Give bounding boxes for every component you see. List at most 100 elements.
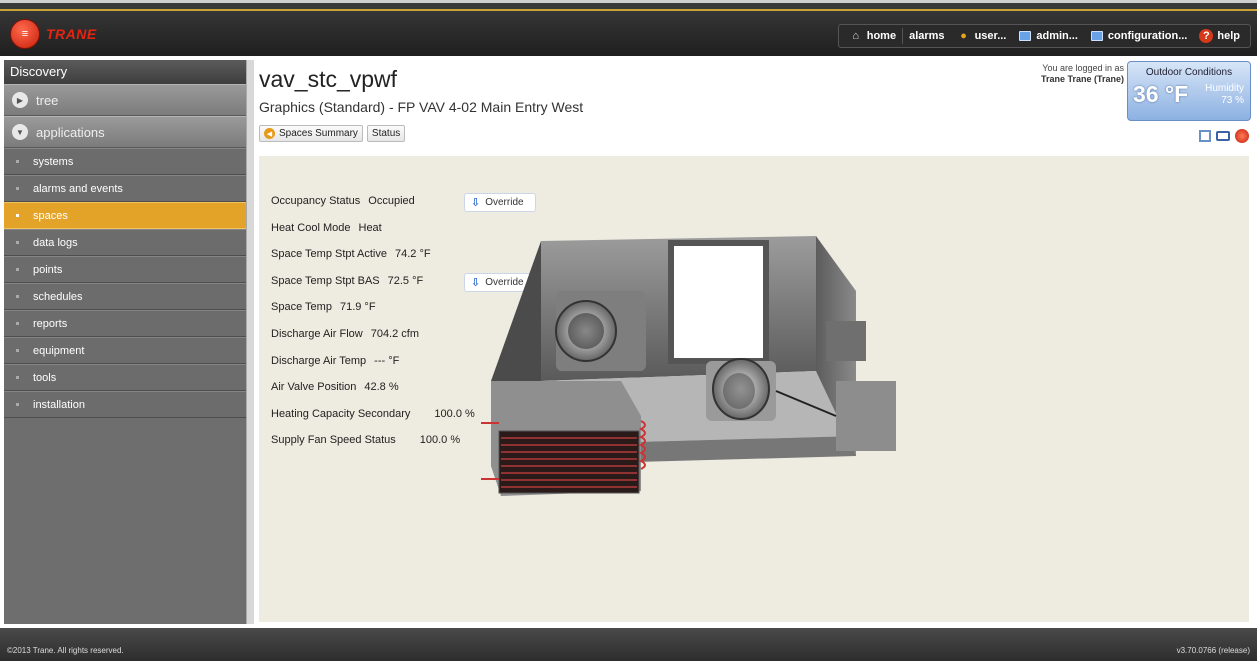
bullet-icon (16, 295, 19, 298)
sidebar-items: systems alarms and events spaces data logs p… (4, 148, 246, 418)
top-bar: ≡ TRANE ⌂ home alarms ● user... admin...… (0, 0, 1257, 56)
expand-icon[interactable] (1199, 130, 1211, 142)
nav-home[interactable]: ⌂ home (843, 25, 902, 47)
outdoor-conditions: Outdoor Conditions 36 °F Humidity 73 % (1127, 61, 1251, 121)
sidebar-item-installation[interactable]: installation (4, 391, 246, 418)
sidebar-item-points[interactable]: points (4, 256, 246, 283)
copyright: ©2013 Trane. All rights reserved. (7, 646, 124, 655)
point-row: Occupancy Status Occupied (271, 195, 415, 207)
point-value[interactable]: 74.2 °F (395, 248, 431, 260)
point-label: Air Valve Position (271, 381, 357, 393)
sidebar-item-label: installation (33, 398, 85, 411)
sidebar-item-spaces[interactable]: spaces (4, 202, 246, 229)
sidebar-item-label: spaces (33, 209, 68, 222)
point-row: Discharge Air Temp --- °F (271, 355, 399, 367)
override-button-occupancy[interactable]: ⇩ Override (464, 193, 536, 212)
sidebar-applications-label: applications (36, 124, 105, 140)
point-value[interactable]: 71.9 °F (340, 301, 376, 313)
sidebar-item-label: tools (33, 371, 57, 384)
sidebar-header: Discovery (4, 60, 246, 84)
login-user: Trane Trane (Trane) (1040, 74, 1124, 84)
sidebar-item-reports[interactable]: reports (4, 310, 246, 337)
point-value[interactable]: 72.5 °F (388, 275, 424, 287)
sidebar-item-label: schedules (33, 290, 83, 303)
collapse-arrow-icon: ▼ (12, 124, 28, 140)
down-arrow-icon: ⇩ (471, 197, 481, 209)
point-row: Heat Cool Mode Heat (271, 222, 382, 234)
point-row: Space Temp 71.9 °F (271, 301, 376, 313)
point-value[interactable]: --- °F (374, 355, 399, 367)
bullet-icon (16, 214, 19, 217)
top-nav: ⌂ home alarms ● user... admin... configu… (837, 24, 1251, 48)
nav-home-label: home (866, 30, 897, 42)
toolbar (1199, 129, 1249, 143)
sidebar-item-tools[interactable]: tools (4, 364, 246, 391)
bullet-icon (16, 376, 19, 379)
power-icon[interactable] (1235, 129, 1249, 143)
top-gold-line (0, 9, 1257, 11)
point-value[interactable]: 704.2 cfm (371, 328, 419, 340)
home-icon: ⌂ (852, 30, 860, 42)
vav-unit-graphic (481, 236, 896, 496)
unit-control-box (826, 321, 866, 361)
print-icon[interactable] (1216, 131, 1230, 141)
unit-divider-window (668, 240, 769, 364)
sidebar-item-label: systems (33, 155, 74, 168)
trane-logo-icon: ≡ (10, 19, 40, 49)
point-row: Space Temp Stpt BAS 72.5 °F (271, 275, 423, 287)
point-value[interactable]: Heat (359, 222, 382, 234)
graphic-panel: Occupancy Status Occupied Heat Cool Mode He… (259, 156, 1249, 622)
nav-configuration[interactable]: configuration... (1084, 25, 1193, 47)
bullet-icon (16, 403, 19, 406)
point-value[interactable]: 42.8 % (364, 381, 398, 393)
point-row: Air Valve Position 42.8 % (271, 381, 399, 393)
nav-admin[interactable]: admin... (1012, 25, 1084, 47)
main-content: vav_stc_vpwf Graphics (Standard) - FP VA… (254, 56, 1257, 626)
outdoor-humidity: Humidity 73 % (1205, 83, 1244, 107)
breadcrumb: ◀ Spaces Summary Status (259, 125, 406, 142)
override-label: Override (485, 197, 524, 208)
humidity-value: 73 % (1221, 95, 1244, 106)
point-row: Supply Fan Speed Status 100.0 % (271, 434, 460, 446)
point-label: Occupancy Status (271, 195, 361, 207)
down-arrow-icon: ⇩ (471, 277, 481, 289)
sidebar-applications[interactable]: ▼ applications (4, 116, 246, 148)
point-label: Space Temp Stpt BAS (271, 275, 380, 287)
sidebar-item-schedules[interactable]: schedules (4, 283, 246, 310)
help-icon: ? (1199, 29, 1214, 43)
page-title: vav_stc_vpwf (259, 66, 398, 92)
point-label: Discharge Air Flow (271, 328, 363, 340)
sidebar-item-label: points (33, 263, 63, 276)
sidebar-item-label: reports (33, 317, 68, 330)
point-value[interactable]: 100.0 % (420, 434, 460, 446)
status-label: Status (371, 128, 401, 139)
humidity-label: Humidity (1205, 83, 1244, 94)
monitor-icon (1090, 29, 1104, 43)
sidebar-tree[interactable]: ▶ tree (4, 84, 246, 116)
bullet-icon (16, 241, 19, 244)
sidebar-item-label: equipment (33, 344, 85, 357)
version: v3.70.0766 (release) (1176, 646, 1250, 655)
sidebar-item-alarms-and-events[interactable]: alarms and events (4, 175, 246, 202)
sidebar-item-label: alarms and events (33, 182, 123, 195)
sidebar-splitter[interactable] (246, 60, 254, 624)
sidebar: Discovery ▶ tree ▼ applications systems a… (4, 60, 246, 624)
spaces-summary-button[interactable]: ◀ Spaces Summary (259, 125, 363, 142)
bullet-icon (16, 187, 19, 190)
footer: ©2013 Trane. All rights reserved. v3.70.… (0, 628, 1257, 661)
sidebar-item-equipment[interactable]: equipment (4, 337, 246, 364)
point-label: Heating Capacity Secondary (271, 408, 411, 420)
sidebar-item-systems[interactable]: systems (4, 148, 246, 175)
page-subtitle: Graphics (Standard) - FP VAV 4-02 Main E… (259, 99, 584, 115)
heating-coil (498, 430, 640, 494)
sidebar-item-data-logs[interactable]: data logs (4, 229, 246, 256)
point-value[interactable]: Occupied (368, 195, 414, 207)
outdoor-title: Outdoor Conditions (1145, 67, 1233, 78)
nav-help[interactable]: ? help (1193, 25, 1246, 47)
point-row: Space Temp Stpt Active 74.2 °F (271, 248, 431, 260)
nav-user[interactable]: ● user... (951, 25, 1013, 47)
point-label: Heat Cool Mode (271, 222, 351, 234)
status-button[interactable]: Status (366, 125, 406, 142)
nav-alarms[interactable]: alarms (903, 25, 950, 47)
point-value[interactable]: 100.0 % (434, 408, 474, 420)
